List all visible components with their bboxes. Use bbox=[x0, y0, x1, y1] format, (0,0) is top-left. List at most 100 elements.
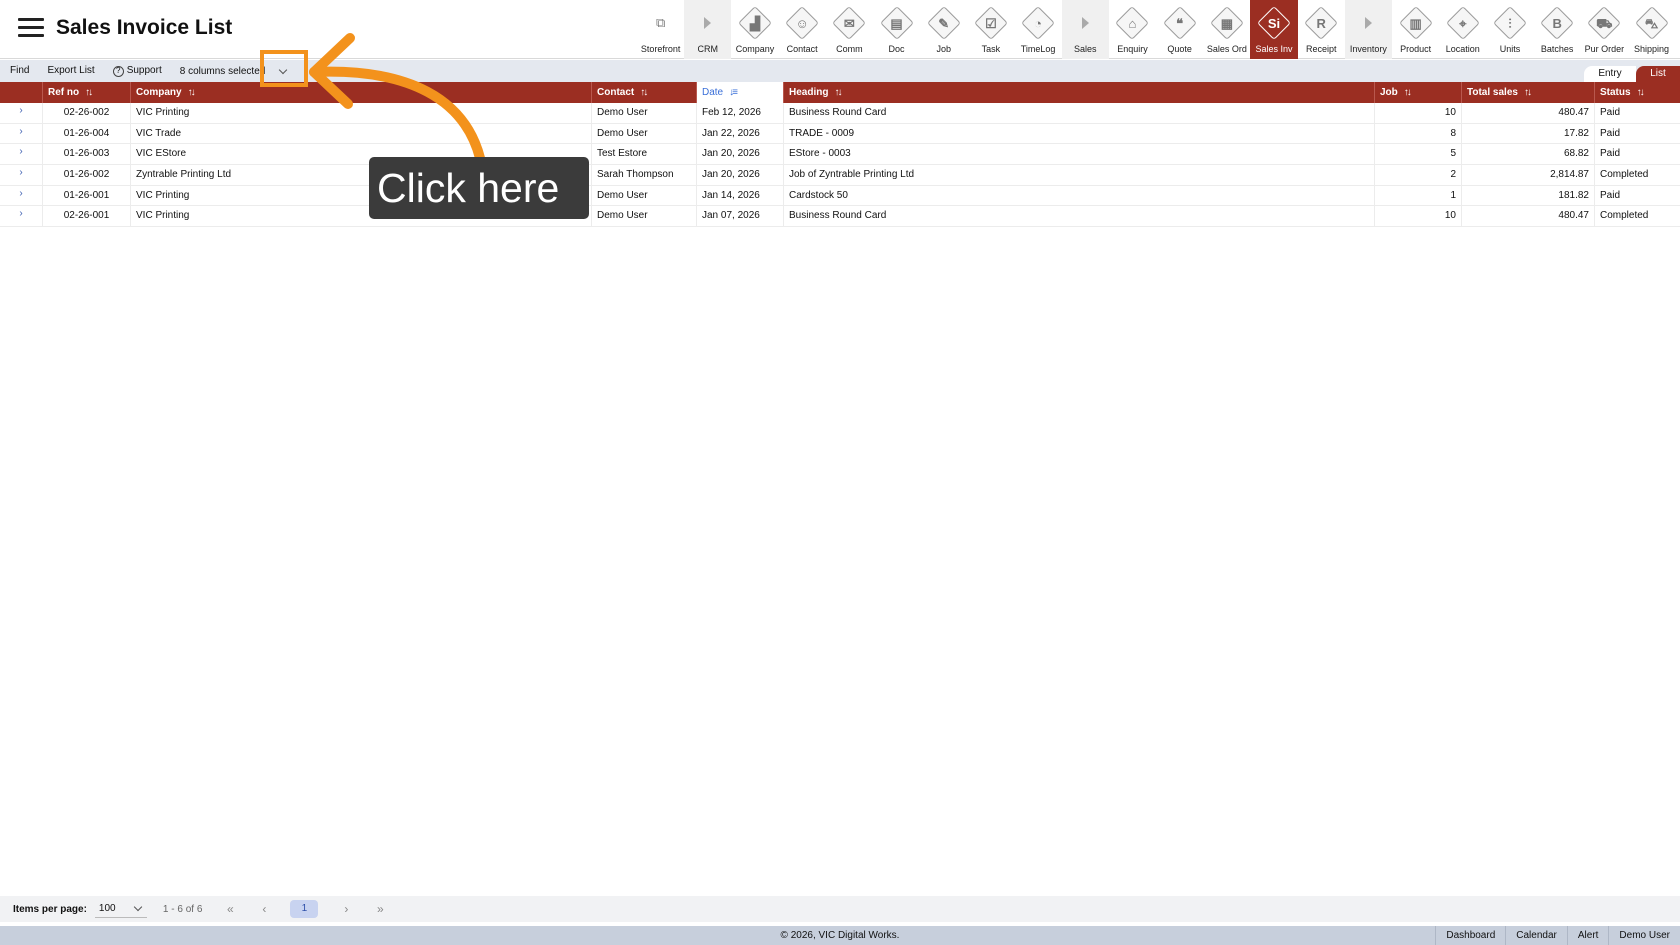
footer-link-calendar[interactable]: Calendar bbox=[1505, 926, 1567, 945]
nav-item-company[interactable]: ▟ Company bbox=[731, 0, 778, 59]
table-row[interactable]: › 01-26-002 Zyntrable Printing Ltd Sarah Th… bbox=[0, 165, 1680, 186]
export-list-button[interactable]: Export List bbox=[38, 60, 103, 82]
job-cell: 5 bbox=[1375, 144, 1462, 165]
contact-icon: ☺ bbox=[785, 6, 820, 40]
column-header-ref-no[interactable]: Ref no ↑↓ bbox=[43, 82, 131, 103]
nav-item-contact[interactable]: ☺ Contact bbox=[779, 0, 826, 59]
last-page-icon[interactable]: » bbox=[374, 902, 386, 916]
tab-entry[interactable]: Entry bbox=[1584, 66, 1636, 82]
sort-icon[interactable]: ↑↓ bbox=[1637, 82, 1645, 103]
shipping-icon: ⛍ bbox=[1634, 6, 1669, 40]
nav-item-sales-inv[interactable]: Si Sales Inv bbox=[1250, 0, 1298, 59]
nav-item-sales[interactable]: Sales bbox=[1061, 0, 1109, 59]
column-header-job[interactable]: Job ↑↓ bbox=[1375, 82, 1462, 103]
pagination-bar: Items per page: 100 1 - 6 of 6 « ‹ 1 › » bbox=[0, 896, 1680, 922]
nav-item-location[interactable]: ⌖ Location bbox=[1439, 0, 1486, 59]
next-page-icon[interactable]: › bbox=[340, 902, 352, 916]
sort-icon[interactable]: ↑↓ bbox=[188, 82, 196, 103]
column-header-contact[interactable]: Contact ↑↓ bbox=[592, 82, 697, 103]
chevron-right-icon[interactable]: › bbox=[5, 165, 37, 181]
nav-item-comm[interactable]: ✉ Comm bbox=[826, 0, 873, 59]
expand-column-header bbox=[0, 82, 43, 103]
expand-cell[interactable]: › bbox=[0, 206, 43, 227]
sort-desc-icon[interactable]: ↓≡ bbox=[729, 82, 738, 103]
task-icon: ☑ bbox=[973, 6, 1008, 40]
chevron-right-icon[interactable]: › bbox=[5, 103, 37, 119]
nav-item-quote[interactable]: ❝ Quote bbox=[1156, 0, 1203, 59]
date-cell: Jan 22, 2026 bbox=[697, 123, 784, 144]
chevron-right-icon[interactable]: › bbox=[5, 124, 37, 140]
expand-cell[interactable]: › bbox=[0, 165, 43, 186]
nav-item-timelog[interactable]: ◔ TimeLog bbox=[1015, 0, 1062, 59]
nav-item-inventory[interactable]: Inventory bbox=[1344, 0, 1392, 59]
nav-item-receipt[interactable]: R Receipt bbox=[1298, 0, 1345, 59]
tab-list[interactable]: List bbox=[1636, 66, 1680, 82]
job-icon: ✎ bbox=[926, 6, 961, 40]
contact-cell: Demo User bbox=[592, 206, 697, 227]
expand-cell[interactable]: › bbox=[0, 103, 43, 123]
nav-item-enquiry[interactable]: ⌂ Enquiry bbox=[1109, 0, 1156, 59]
nav-item-product[interactable]: ▥ Product bbox=[1392, 0, 1439, 59]
column-header-heading[interactable]: Heading ↑↓ bbox=[784, 82, 1375, 103]
expand-cell[interactable]: › bbox=[0, 185, 43, 206]
header: Sales Invoice List ⧉ Storefront CRM ▟ Compan… bbox=[0, 0, 1680, 59]
nav-item-pur-order[interactable]: ⛟ Pur Order bbox=[1581, 0, 1628, 59]
nav-label: Sales Inv bbox=[1255, 44, 1293, 54]
contact-cell: Test Estore bbox=[592, 144, 697, 165]
sort-icon[interactable]: ↑↓ bbox=[1524, 82, 1532, 103]
expand-cell[interactable]: › bbox=[0, 123, 43, 144]
table-row[interactable]: › 01-26-001 VIC Printing Demo User Jan 14, 2… bbox=[0, 185, 1680, 207]
quote-icon: ❝ bbox=[1162, 6, 1197, 40]
nav-item-sales-ord[interactable]: ▦ Sales Ord bbox=[1203, 0, 1250, 59]
chevron-right-icon[interactable]: › bbox=[5, 144, 37, 160]
table-row[interactable]: › 01-26-003 VIC EStore Test Estore Jan 20, 2… bbox=[0, 144, 1680, 166]
nav-item-job[interactable]: ✎ Job bbox=[920, 0, 967, 59]
sort-icon[interactable]: ↑↓ bbox=[85, 82, 93, 103]
receipt-icon: R bbox=[1304, 6, 1339, 40]
first-page-icon[interactable]: « bbox=[224, 902, 236, 916]
sort-icon[interactable]: ↑↓ bbox=[834, 82, 842, 103]
sort-icon[interactable]: ↑↓ bbox=[1404, 82, 1412, 103]
column-header-status[interactable]: Status ↑↓ bbox=[1595, 82, 1680, 103]
support-button[interactable]: ? Support bbox=[104, 60, 171, 82]
nav-item-storefront[interactable]: ⧉ Storefront bbox=[637, 0, 684, 59]
nav-item-doc[interactable]: ▤ Doc bbox=[873, 0, 920, 59]
table-row[interactable]: › 02-26-002 VIC Printing Demo User Feb 12, 2… bbox=[0, 103, 1680, 124]
hamburger-menu-icon[interactable] bbox=[18, 17, 44, 39]
footer-link-alert[interactable]: Alert bbox=[1566, 926, 1609, 945]
sort-icon[interactable]: ↑↓ bbox=[640, 82, 648, 103]
total-sales-cell: 480.47 bbox=[1462, 206, 1595, 227]
footer-link-dashboard[interactable]: Dashboard bbox=[1435, 926, 1505, 945]
nav-item-shipping[interactable]: ⛍ Shipping bbox=[1628, 0, 1675, 59]
nav-item-units[interactable]: ⫶ Units bbox=[1486, 0, 1533, 59]
nav-label: Sales bbox=[1074, 44, 1097, 54]
column-header-total-sales[interactable]: Total sales ↑↓ bbox=[1462, 82, 1595, 103]
heading-cell: EStore - 0003 bbox=[784, 144, 1375, 165]
chevron-right-icon[interactable]: › bbox=[5, 206, 37, 222]
column-header-label: Total sales bbox=[1467, 87, 1518, 98]
units-icon: ⫶ bbox=[1492, 6, 1527, 40]
expand-cell[interactable]: › bbox=[0, 144, 43, 165]
contact-cell: Demo User bbox=[592, 123, 697, 144]
table-row[interactable]: › 02-26-001 VIC Printing Demo User Jan 07, 2… bbox=[0, 206, 1680, 228]
nav-item-task[interactable]: ☑ Task bbox=[967, 0, 1014, 59]
prev-page-icon[interactable]: ‹ bbox=[258, 902, 270, 916]
nav-item-crm[interactable]: CRM bbox=[684, 0, 732, 59]
column-header-label: Contact bbox=[597, 87, 635, 98]
column-header-label: Company bbox=[136, 87, 182, 98]
chevron-right-icon[interactable]: › bbox=[5, 186, 37, 202]
table-row[interactable]: › 01-26-004 VIC Trade Demo User Jan 22, 2026… bbox=[0, 123, 1680, 145]
nav-item-batches[interactable]: B Batches bbox=[1534, 0, 1581, 59]
page-number-button[interactable]: 1 bbox=[290, 900, 319, 918]
column-header-date[interactable]: Date ↓≡ bbox=[697, 82, 784, 103]
nav-label: Units bbox=[1499, 44, 1521, 54]
clock-icon: ◔ bbox=[1021, 6, 1056, 40]
nav-label: Sales Ord bbox=[1206, 44, 1247, 54]
find-button[interactable]: Find bbox=[0, 60, 38, 82]
date-cell: Jan 07, 2026 bbox=[697, 206, 784, 227]
heading-cell: Job of Zyntrable Printing Ltd bbox=[784, 165, 1375, 186]
items-per-page-label: Items per page: bbox=[13, 903, 87, 915]
nav-label: Doc bbox=[888, 44, 905, 54]
footer-link-demo-user[interactable]: Demo User bbox=[1608, 926, 1680, 945]
items-per-page-select[interactable]: 100 bbox=[94, 900, 147, 918]
